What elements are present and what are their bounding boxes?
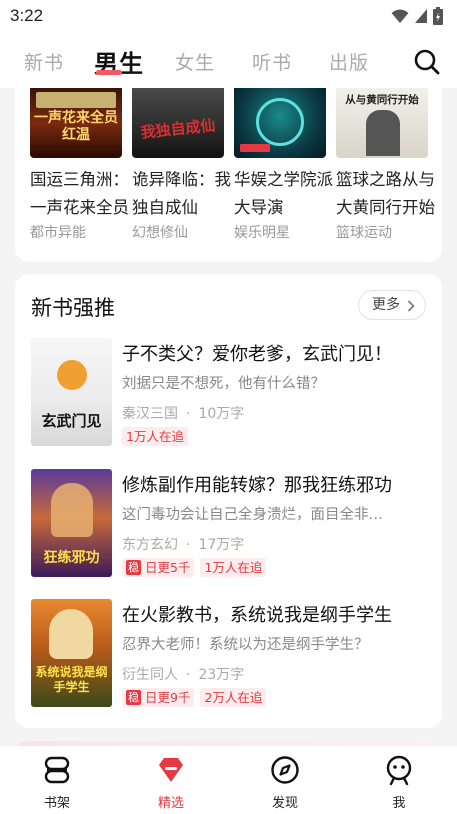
nav-featured[interactable]: 精选 — [131, 754, 211, 811]
cover-title: 玄武门见 — [41, 412, 102, 430]
wifi-icon — [391, 9, 409, 23]
cover-title: 从与黄同行开始 — [345, 94, 419, 106]
nav-profile[interactable]: 我 — [359, 754, 439, 811]
book-cover — [234, 88, 326, 158]
cover-title: 我独自成仙 — [139, 116, 217, 142]
book-cover: 从与黄同行开始 — [336, 88, 428, 158]
bookshelf-icon — [44, 756, 70, 784]
more-label: 更多 — [372, 297, 400, 313]
book-cover: 一声花来全员红温 — [30, 88, 122, 158]
nav-bookshelf[interactable]: 书架 — [17, 754, 97, 811]
book-item[interactable]: 狂练邪功 修炼副作用能转嫁？那我狂练邪功 这门毒功会让自己全身溃烂，面目全非… … — [31, 469, 428, 579]
book-cover: 玄武门见 — [31, 338, 112, 446]
category-tabs: 新书 男生 女生 听书 出版 — [0, 34, 457, 88]
book-word-count: 17万字 — [198, 537, 245, 553]
bottom-navigation: 书架 精选 发现 我 — [0, 746, 457, 814]
book-word-count: 23万字 — [198, 667, 245, 683]
book-cover: 狂练邪功 — [31, 469, 112, 577]
more-button[interactable]: 更多 — [358, 290, 426, 320]
nav-label: 精选 — [157, 796, 184, 811]
chevron-right-icon — [407, 300, 415, 312]
book-tags: 稳日更9千 2万人在追 — [122, 688, 267, 707]
book-title: 华娱之学院派大导演 — [234, 170, 333, 217]
nav-label: 发现 — [271, 796, 298, 811]
daily-update-tag: 稳日更5千 — [122, 558, 195, 577]
book-description: 这门毒功会让自己全身溃烂，面目全非… — [122, 507, 383, 523]
tab-publishing[interactable]: 出版 — [329, 48, 369, 75]
book-category: 娱乐明星 — [234, 225, 290, 241]
book-tags: 1万人在追 — [122, 427, 188, 446]
book-category: 篮球运动 — [336, 225, 392, 241]
search-button[interactable] — [413, 48, 441, 76]
book-title: 国运三角洲：一声花来全员红温 — [30, 170, 129, 217]
featured-icon — [159, 758, 183, 782]
nav-discover[interactable]: 发现 — [245, 754, 325, 811]
book-category: 东方玄幻 — [122, 537, 178, 553]
book-title: 篮球之路从与大黄同行开始 — [336, 170, 435, 217]
book-grid-card: 一声花来全员红温 国运三角洲：一声花来全员红温 都市异能 我独自成仙 诡异降临：… — [15, 88, 442, 262]
nav-label: 书架 — [43, 796, 70, 811]
status-time: 3:22 — [10, 6, 44, 25]
book-meta: 秦汉三国 · 10万字 — [122, 406, 245, 422]
tab-audiobooks[interactable]: 听书 — [252, 48, 292, 75]
book-category: 秦汉三国 — [122, 406, 178, 422]
tab-new-books[interactable]: 新书 — [24, 48, 64, 75]
book-title: 子不类父？爱你老爹，玄武门见！ — [122, 344, 392, 365]
stable-badge-icon: 稳 — [126, 690, 141, 705]
signal-icon — [415, 9, 427, 23]
profile-icon — [386, 755, 412, 786]
book-cover: 系统说我是纲手学生 — [31, 599, 112, 707]
daily-update-tag: 稳日更9千 — [122, 688, 195, 707]
book-title: 诡异降临：我独自成仙 — [132, 170, 231, 217]
nav-label: 我 — [392, 796, 406, 811]
book-item[interactable]: 玄武门见 子不类父？爱你老爹，玄武门见！ 刘据只是不想死，他有什么错？ 秦汉三国… — [31, 338, 428, 448]
book-title: 修炼副作用能转嫁？那我狂练邪功 — [122, 475, 392, 496]
book-title: 在火影教书，系统说我是纲手学生 — [122, 605, 392, 626]
book-category: 都市异能 — [30, 225, 86, 241]
book-meta: 衍生同人 · 23万字 — [122, 667, 245, 683]
book-description: 刘据只是不想死，他有什么错？ — [122, 376, 325, 392]
compass-icon — [271, 756, 299, 784]
book-category: 幻想修仙 — [132, 225, 188, 241]
status-icons — [391, 7, 443, 25]
tab-female[interactable]: 女生 — [175, 48, 215, 75]
daily-update-label: 日更9千 — [145, 690, 191, 705]
book-description: 忍界大老师！系统以为还是纲手学生？ — [122, 637, 369, 653]
book-item[interactable]: 系统说我是纲手学生 在火影教书，系统说我是纲手学生 忍界大老师！系统以为还是纲手… — [31, 599, 428, 709]
active-tab-indicator — [96, 70, 122, 75]
book-word-count: 10万字 — [198, 406, 245, 422]
daily-update-label: 日更5千 — [145, 560, 191, 575]
cover-title: 狂练邪功 — [43, 550, 100, 566]
status-bar: 3:22 — [0, 0, 457, 34]
follow-count-tag: 2万人在追 — [200, 688, 267, 707]
cover-title: 系统说我是纲手学生 — [35, 665, 108, 694]
battery-icon — [433, 7, 443, 25]
book-tags: 稳日更5千 1万人在追 — [122, 558, 267, 577]
book-category: 衍生同人 — [122, 667, 178, 683]
book-cover: 我独自成仙 — [132, 88, 224, 158]
book-meta: 东方玄幻 · 17万字 — [122, 537, 245, 553]
follow-count-tag: 1万人在追 — [122, 427, 188, 446]
search-icon — [414, 49, 440, 75]
stable-badge-icon: 稳 — [126, 560, 141, 575]
section-title: 新书强推 — [31, 296, 115, 320]
new-book-recommend-card: 新书强推 更多 玄武门见 子不类父？爱你老爹，玄武门见！ 刘据只是不想死，他有什… — [15, 274, 442, 728]
cover-title: 一声花来全员红温 — [34, 110, 118, 143]
follow-count-tag: 1万人在追 — [200, 558, 267, 577]
